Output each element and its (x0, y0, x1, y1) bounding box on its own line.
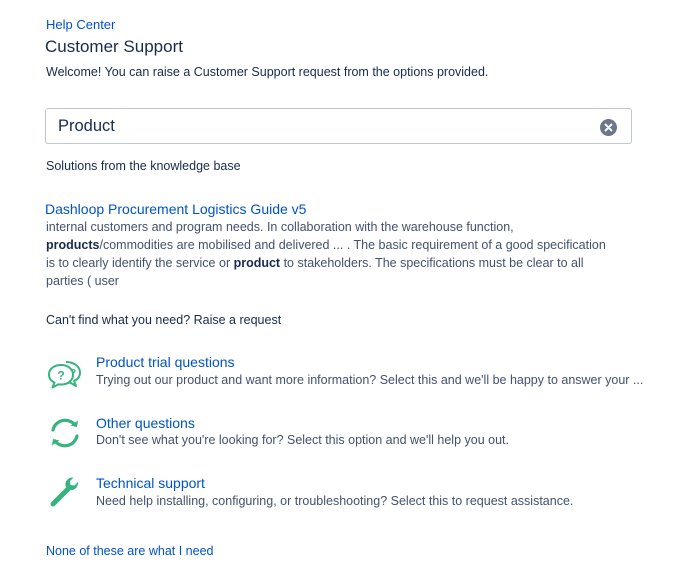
request-type-product-trial-questions[interactable]: Product trial questions (96, 354, 235, 370)
search-input[interactable] (58, 115, 588, 137)
question-bubbles-icon[interactable]: ? ? (46, 356, 84, 394)
request-type-description: Need help installing, configuring, or tr… (96, 494, 574, 508)
knowledge-base-heading: Solutions from the knowledge base (46, 159, 241, 173)
raise-request-heading: Can't find what you need? Raise a reques… (46, 313, 282, 327)
request-type-description: Trying out our product and want more inf… (96, 373, 644, 387)
welcome-message: Welcome! You can raise a Customer Suppor… (46, 65, 489, 79)
request-type-technical-support[interactable]: Technical support (96, 475, 205, 491)
kb-article-link[interactable]: Dashloop Procurement Logistics Guide v5 (45, 201, 306, 217)
refresh-arrows-icon[interactable] (46, 414, 84, 452)
wrench-icon[interactable] (46, 474, 84, 512)
close-circle-icon[interactable] (600, 119, 617, 136)
svg-text:?: ? (57, 369, 64, 383)
none-of-these-link[interactable]: None of these are what I need (46, 544, 213, 558)
page-title: Customer Support (45, 37, 183, 56)
search-box (45, 108, 632, 144)
excerpt-highlight: product (233, 256, 281, 270)
svg-text:?: ? (70, 368, 76, 379)
kb-article-excerpt: internal customers and program needs. In… (46, 218, 606, 290)
request-type-other-questions[interactable]: Other questions (96, 415, 195, 431)
excerpt-highlight: products (46, 238, 100, 252)
request-type-description: Don't see what you're looking for? Selec… (96, 433, 509, 447)
breadcrumb-help-center[interactable]: Help Center (46, 17, 115, 32)
excerpt-part: internal customers and program needs. In… (46, 220, 514, 234)
